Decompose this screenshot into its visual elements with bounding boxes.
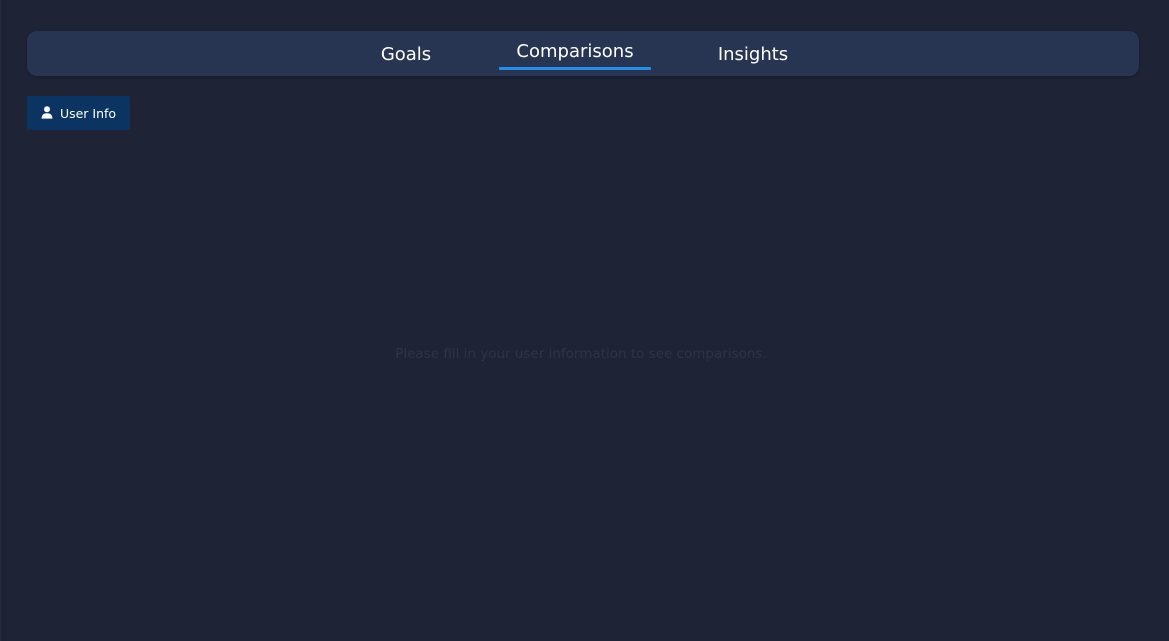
user-info-button[interactable]: User Info bbox=[27, 96, 130, 130]
tab-comparisons-label: Comparisons bbox=[516, 41, 634, 62]
tab-insights[interactable]: Insights bbox=[707, 31, 799, 76]
active-tab-indicator bbox=[499, 67, 651, 70]
app-root: Goals Comparisons Insights User Info Ple… bbox=[0, 0, 1169, 641]
tab-bar: Goals Comparisons Insights bbox=[27, 31, 1139, 76]
tab-insights-label: Insights bbox=[717, 44, 789, 65]
tab-comparisons[interactable]: Comparisons bbox=[499, 31, 651, 76]
user-icon bbox=[41, 105, 53, 119]
user-info-label: User Info bbox=[59, 105, 117, 121]
tab-goals[interactable]: Goals bbox=[362, 31, 450, 76]
empty-state-message: Please fill in your user information to … bbox=[395, 346, 767, 362]
tab-goals-label: Goals bbox=[380, 44, 432, 65]
